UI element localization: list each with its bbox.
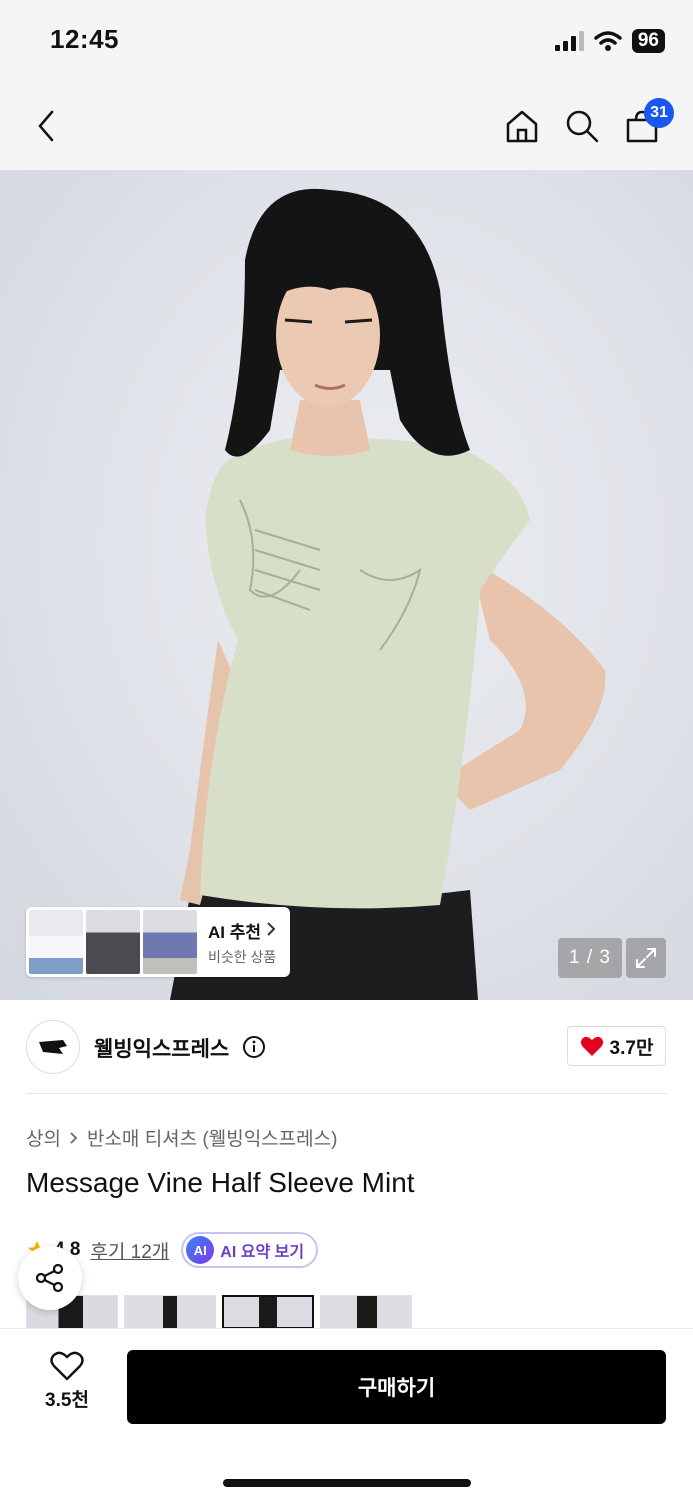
- share-icon: [35, 1263, 64, 1293]
- fullscreen-button[interactable]: [626, 938, 666, 978]
- ai-rec-thumb-charcoal: [86, 910, 140, 974]
- brand-name[interactable]: 웰빙익스프레스: [94, 1033, 229, 1063]
- color-variant-thumb-selected[interactable]: [222, 1295, 314, 1329]
- brand-like-button[interactable]: 3.7만: [567, 1026, 666, 1066]
- divider: [26, 1093, 667, 1094]
- home-indicator: [223, 1479, 471, 1487]
- back-button[interactable]: [22, 102, 70, 150]
- color-variant-thumb[interactable]: [320, 1295, 412, 1329]
- search-button[interactable]: [558, 102, 606, 150]
- top-navigation: 31: [0, 84, 693, 170]
- cellular-signal-icon: [554, 31, 584, 51]
- breadcrumb-category[interactable]: 상의: [26, 1124, 61, 1151]
- status-icons: 96: [554, 28, 665, 54]
- status-time: 12:45: [50, 24, 119, 54]
- bottom-purchase-bar: 3.5천 구매하기: [0, 1328, 693, 1500]
- color-variant-thumb[interactable]: [124, 1295, 216, 1329]
- ai-recommendation-card[interactable]: AI 추천 비슷한 상품: [26, 907, 290, 977]
- info-icon[interactable]: [242, 1035, 266, 1059]
- review-count-link[interactable]: 후기 12개: [90, 1237, 169, 1264]
- brand-logo-mark: [39, 1040, 67, 1054]
- ai-summary-label: AI 요약 보기: [220, 1244, 305, 1261]
- image-counter: 1 / 3: [558, 938, 622, 978]
- cart-count-badge: 31: [644, 98, 674, 128]
- breadcrumb: 상의 반소매 티셔츠 (웰빙익스프레스): [26, 1124, 337, 1151]
- wishlist-count: 3.5천: [45, 1390, 89, 1411]
- chevron-right-icon: [267, 922, 276, 936]
- heart-filled-icon: [580, 1036, 603, 1056]
- ai-rec-subtitle: 비슷한 상품: [208, 948, 277, 965]
- ai-rec-thumb-white: [29, 910, 83, 974]
- expand-icon: [636, 948, 656, 968]
- product-image[interactable]: AI 추천 비슷한 상품 1 / 3: [0, 170, 693, 1000]
- home-button[interactable]: [498, 102, 546, 150]
- wishlist-button[interactable]: 3.5천: [36, 1351, 98, 1412]
- wifi-icon: [594, 31, 622, 51]
- home-icon: [506, 110, 538, 143]
- buy-button[interactable]: 구매하기: [127, 1350, 666, 1424]
- brand-row: 웰빙익스프레스 3.7만: [0, 1000, 693, 1094]
- ai-summary-button[interactable]: AI AI 요약 보기: [181, 1232, 319, 1268]
- status-bar: 12:45 96: [0, 0, 693, 84]
- model-photo: [170, 188, 606, 1000]
- chevron-right-icon: [70, 1131, 78, 1144]
- chevron-left-icon: [38, 110, 54, 142]
- share-button[interactable]: [18, 1246, 82, 1310]
- battery-indicator: 96: [631, 29, 665, 53]
- heart-outline-icon: [50, 1351, 84, 1381]
- breadcrumb-subcategory[interactable]: 반소매 티셔츠 (웰빙익스프레스): [87, 1124, 337, 1151]
- ai-rec-thumb-blue: [143, 910, 197, 974]
- color-variant-list: [26, 1295, 412, 1329]
- brand-logo[interactable]: [26, 1020, 80, 1074]
- product-title: Message Vine Half Sleeve Mint: [26, 1167, 415, 1198]
- ai-badge-icon: AI: [186, 1236, 215, 1264]
- search-icon: [566, 110, 599, 143]
- brand-like-count: 3.7만: [609, 1037, 654, 1059]
- cart-button[interactable]: 31: [618, 98, 674, 150]
